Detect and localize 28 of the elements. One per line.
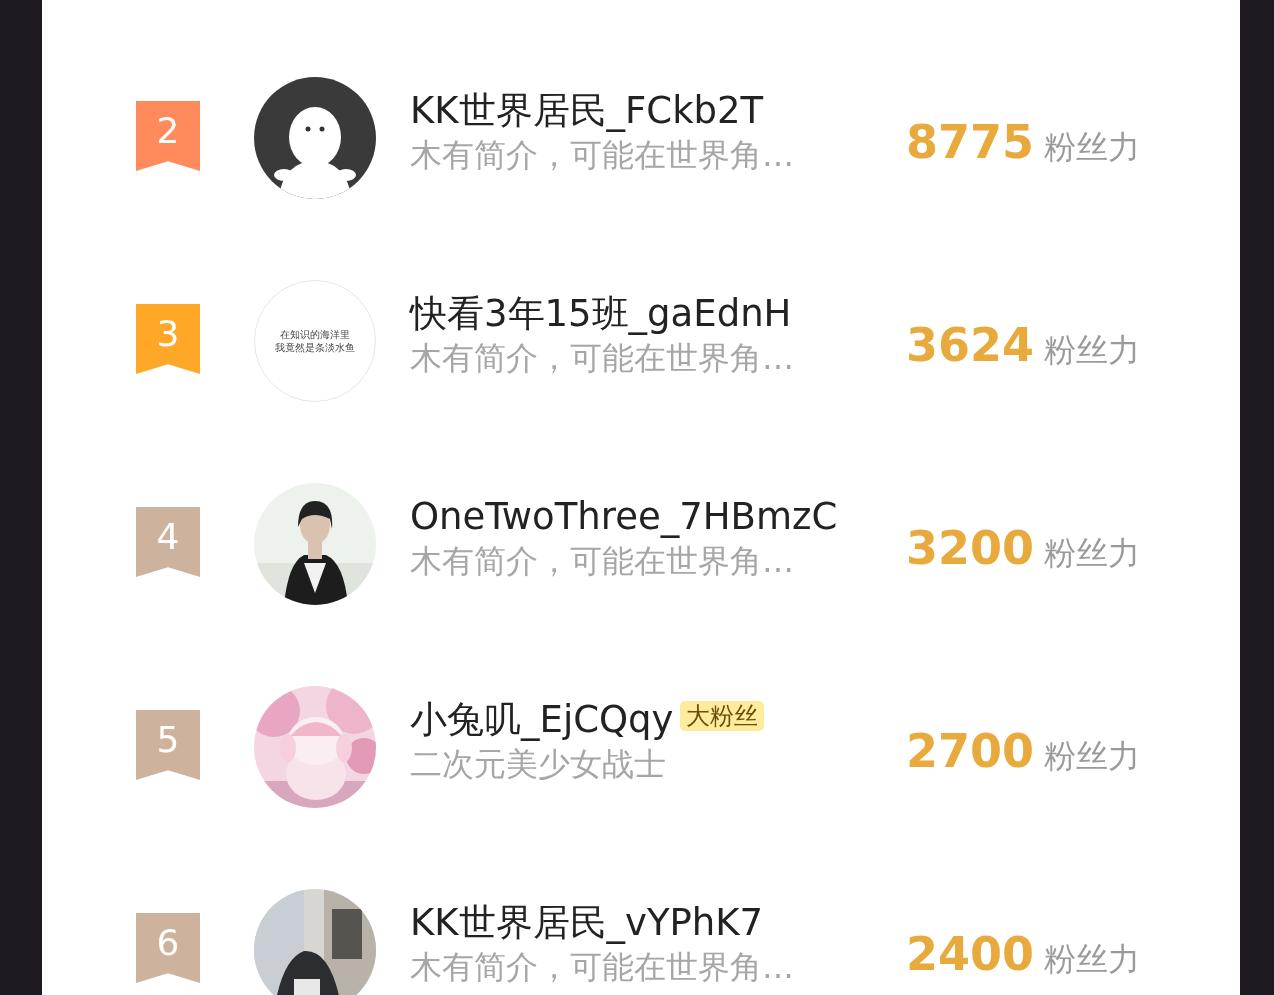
- user-intro: 木有简介，可能在世界角…: [410, 338, 795, 380]
- score-unit: 粉丝力: [1044, 736, 1140, 777]
- user-name[interactable]: KK世界居民_vYPhK7: [410, 901, 764, 944]
- fan-score: 3624: [905, 317, 1034, 374]
- avatar-text: 在知识的海洋里: [280, 328, 350, 341]
- user-intro: 二次元美少女战士: [410, 744, 667, 786]
- rank-badge: 5: [136, 710, 200, 780]
- score-unit: 粉丝力: [1044, 533, 1140, 574]
- user-intro: 木有简介，可能在世界角…: [410, 135, 795, 177]
- fan-score: 2400: [905, 926, 1034, 983]
- user-intro: 木有简介，可能在世界角…: [410, 947, 795, 989]
- rank-badge: 2: [136, 101, 200, 171]
- avatar-text: 我竟然是条淡水鱼: [275, 341, 355, 354]
- user-name[interactable]: KK世界居民_FCkb2T: [410, 89, 764, 132]
- fan-score: 2700: [905, 723, 1034, 780]
- rank-badge: 3: [136, 304, 200, 374]
- fan-tag: 大粉丝: [679, 701, 764, 731]
- score-unit: 粉丝力: [1044, 939, 1140, 980]
- score-unit: 粉丝力: [1044, 330, 1140, 371]
- rank-badge: 6: [136, 913, 200, 983]
- user-name[interactable]: 小兔叽_EjCQqy: [410, 698, 674, 741]
- fan-score: 8775: [905, 114, 1034, 171]
- user-name[interactable]: 快看3年15班_gaEdnH: [410, 292, 792, 335]
- user-name[interactable]: OneTwoThree_7HBmzC: [410, 495, 838, 538]
- rank-badge: 4: [136, 507, 200, 577]
- user-intro: 木有简介，可能在世界角…: [410, 541, 795, 583]
- score-unit: 粉丝力: [1044, 127, 1140, 168]
- fan-score: 3200: [905, 520, 1034, 577]
